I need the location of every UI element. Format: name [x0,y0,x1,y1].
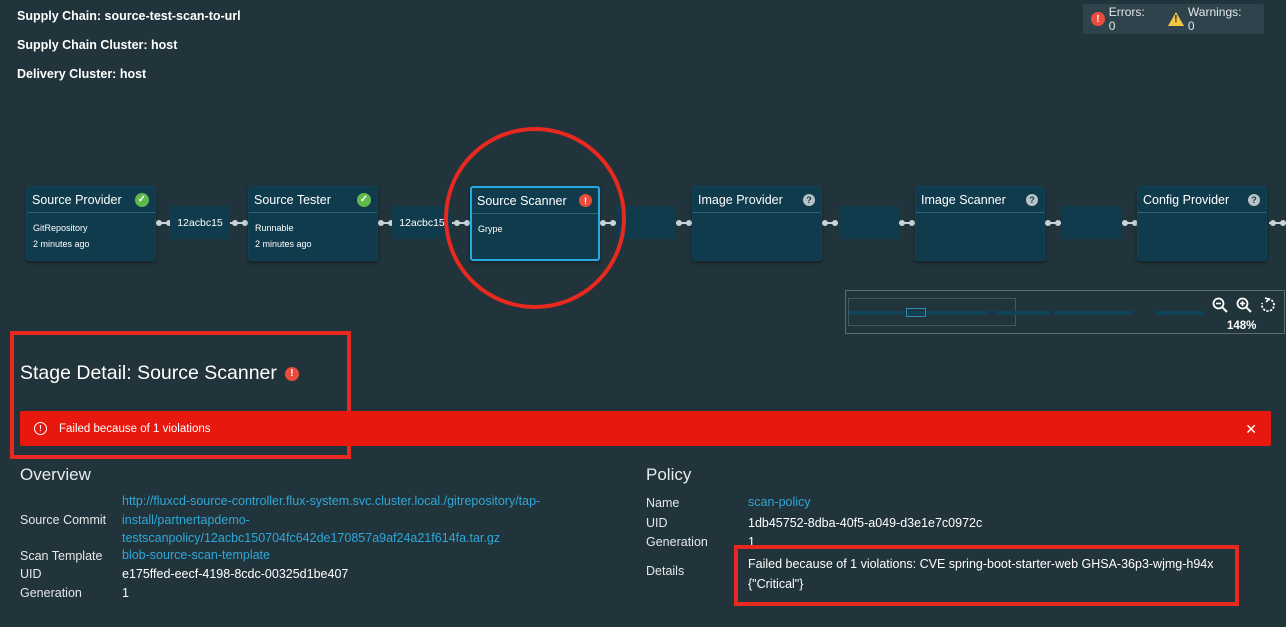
alert-icon: ! [34,422,47,435]
edge-port [1280,220,1286,226]
edge-port [1122,220,1128,226]
scan-template-link[interactable]: blob-source-scan-template [122,546,270,565]
node-resource: GitRepository [33,223,88,233]
node-title: Config Provider [1143,192,1230,207]
alert-message: Failed because of 1 violations [59,422,211,435]
reset-zoom-icon[interactable] [1260,297,1276,318]
edge-port [1270,220,1276,226]
uid-value: e175ffed-eecf-4198-8cdc-00325d1be407 [122,567,349,581]
edge-port [232,220,238,226]
overview-heading: Overview [20,465,91,484]
policy-heading: Policy [646,465,692,484]
node-source-tester[interactable]: Source Tester ✓ Runnable 2 minutes ago [248,186,378,261]
node-time: 2 minutes ago [255,239,312,249]
zoom-out-icon[interactable] [1212,297,1228,318]
node-resource: Runnable [255,223,294,233]
node-title: Image Provider [698,192,783,207]
minimap-node [994,311,1049,315]
policy-name-label: Name [646,496,680,510]
node-title: Image Scanner [921,192,1006,207]
minimap-node [1156,311,1204,315]
policy-name-link[interactable]: scan-policy [748,493,811,512]
errors-count: Errors: 0 [1108,5,1145,33]
close-icon[interactable]: ✕ [1245,421,1257,438]
policy-uid-label: UID [646,516,668,530]
zoom-in-icon[interactable] [1236,297,1252,318]
supply-chain-cluster: Supply Chain Cluster: host [17,38,178,52]
node-source-provider[interactable]: Source Provider ✓ GitRepository 2 minutes … [26,186,156,261]
policy-generation-label: Generation [646,535,708,549]
connector-empty[interactable] [839,206,899,239]
edge-port [378,220,384,226]
source-commit-label: Source Commit [20,513,107,527]
supply-chain-title: Supply Chain: source-test-scan-to-url [17,9,241,23]
check-icon: ✓ [135,192,149,207]
edge-port [1045,220,1051,226]
policy-details-label: Details [646,564,685,578]
check-icon: ✓ [357,192,371,207]
minimap-node [849,311,904,315]
highlight-box [734,545,1239,606]
question-icon: ? [1248,193,1260,206]
question-icon: ? [1026,193,1038,206]
generation-label: Generation [20,586,82,600]
edge-port [676,220,682,226]
node-image-provider[interactable]: Image Provider? [692,186,822,261]
uid-label: UID [20,567,42,581]
source-commit-line[interactable]: install/partnertapdemo- [122,511,540,530]
connector-revision[interactable]: 12acbc15 [392,206,452,239]
node-config-provider[interactable]: Config Provider? [1137,186,1267,261]
minimap-node [1053,311,1133,315]
edge-port [1055,220,1061,226]
minimap-selected [906,308,926,317]
error-icon: ! [1091,12,1105,26]
policy-uid-value: 1db45752-8dba-40f5-a049-d3e1e7c0972c [748,516,983,530]
edge-port [899,220,905,226]
highlight-circle [444,127,626,309]
warning-icon: ! [1167,12,1184,26]
scan-template-label: Scan Template [20,549,103,563]
edge-port [832,220,838,226]
question-icon: ? [803,193,815,206]
status-summary: ! Errors: 0 ! Warnings: 0 [1083,4,1264,34]
edge-port [156,220,162,226]
connector-revision[interactable]: 12acbc15 [170,206,230,239]
source-commit-line[interactable]: http://fluxcd-source-controller.flux-sys… [122,492,540,511]
connector-empty[interactable] [1062,206,1122,239]
node-title: Source Provider [32,192,122,207]
node-title: Source Tester [254,192,331,207]
generation-value: 1 [122,586,129,600]
delivery-cluster: Delivery Cluster: host [17,67,147,81]
source-commit-line[interactable]: testscanpolicy/12acbc150704fc642de170857… [122,529,540,548]
warnings-count: Warnings: 0 [1187,5,1242,33]
zoom-level: 148% [1227,320,1257,332]
edge-port [822,220,828,226]
source-commit-link[interactable]: http://fluxcd-source-controller.flux-sys… [122,492,540,548]
node-time: 2 minutes ago [33,239,90,249]
error-alert: ! Failed because of 1 violations ✕ [20,411,1271,446]
node-image-scanner[interactable]: Image Scanner? [915,186,1045,261]
